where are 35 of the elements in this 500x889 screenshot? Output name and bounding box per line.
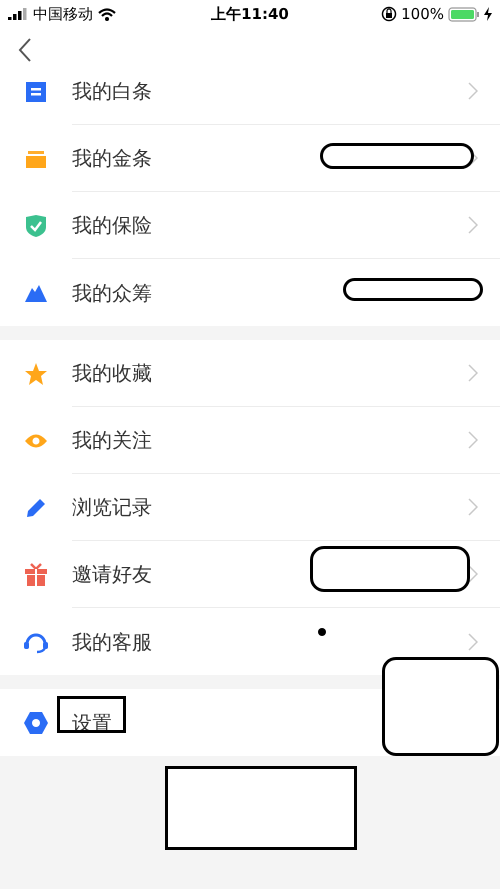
battery-percent: 100% <box>401 5 444 23</box>
battery-icon <box>448 6 480 22</box>
menu-row[interactable]: 我的保险 <box>0 192 500 259</box>
menu-label: 浏览记录 <box>72 497 152 517</box>
shield-icon <box>24 214 46 238</box>
annotation-mark <box>57 696 126 733</box>
gift-icon <box>24 562 48 586</box>
stack-icon <box>24 148 46 168</box>
menu-row[interactable]: 浏览记录 <box>0 474 500 541</box>
menu-label: 我的金条 <box>72 148 152 168</box>
mountain-icon <box>24 282 48 302</box>
menu-label: 我的保险 <box>72 215 152 235</box>
menu-row[interactable]: 我的白条 <box>0 72 500 125</box>
menu-label: 我的众筹 <box>72 282 152 302</box>
menu-label: 我的客服 <box>72 632 152 652</box>
menu-label: 邀请好友 <box>72 564 152 584</box>
settings-icon <box>22 710 48 734</box>
menu-label: 我的收藏 <box>72 363 152 383</box>
back-icon[interactable] <box>18 38 32 62</box>
clock-time: 上午11:40 <box>211 4 289 24</box>
menu-row[interactable]: 我的众筹 <box>0 259 500 326</box>
star-icon <box>24 362 48 386</box>
menu-row[interactable]: 我的收藏 <box>0 340 500 407</box>
pencil-icon <box>24 496 46 518</box>
wifi-icon <box>98 8 116 20</box>
eye-icon <box>24 432 48 450</box>
rotation-lock-icon <box>381 6 398 22</box>
signal-icon <box>8 8 28 20</box>
menu-row[interactable]: 我的关注 <box>0 407 500 474</box>
menu-label: 我的白条 <box>72 81 152 101</box>
note-icon <box>24 80 46 102</box>
menu-row[interactable]: 我的客服 <box>0 608 500 675</box>
menu-label: 我的关注 <box>72 430 152 450</box>
carrier-name: 中国移动 <box>33 4 93 24</box>
charging-icon <box>484 7 492 21</box>
